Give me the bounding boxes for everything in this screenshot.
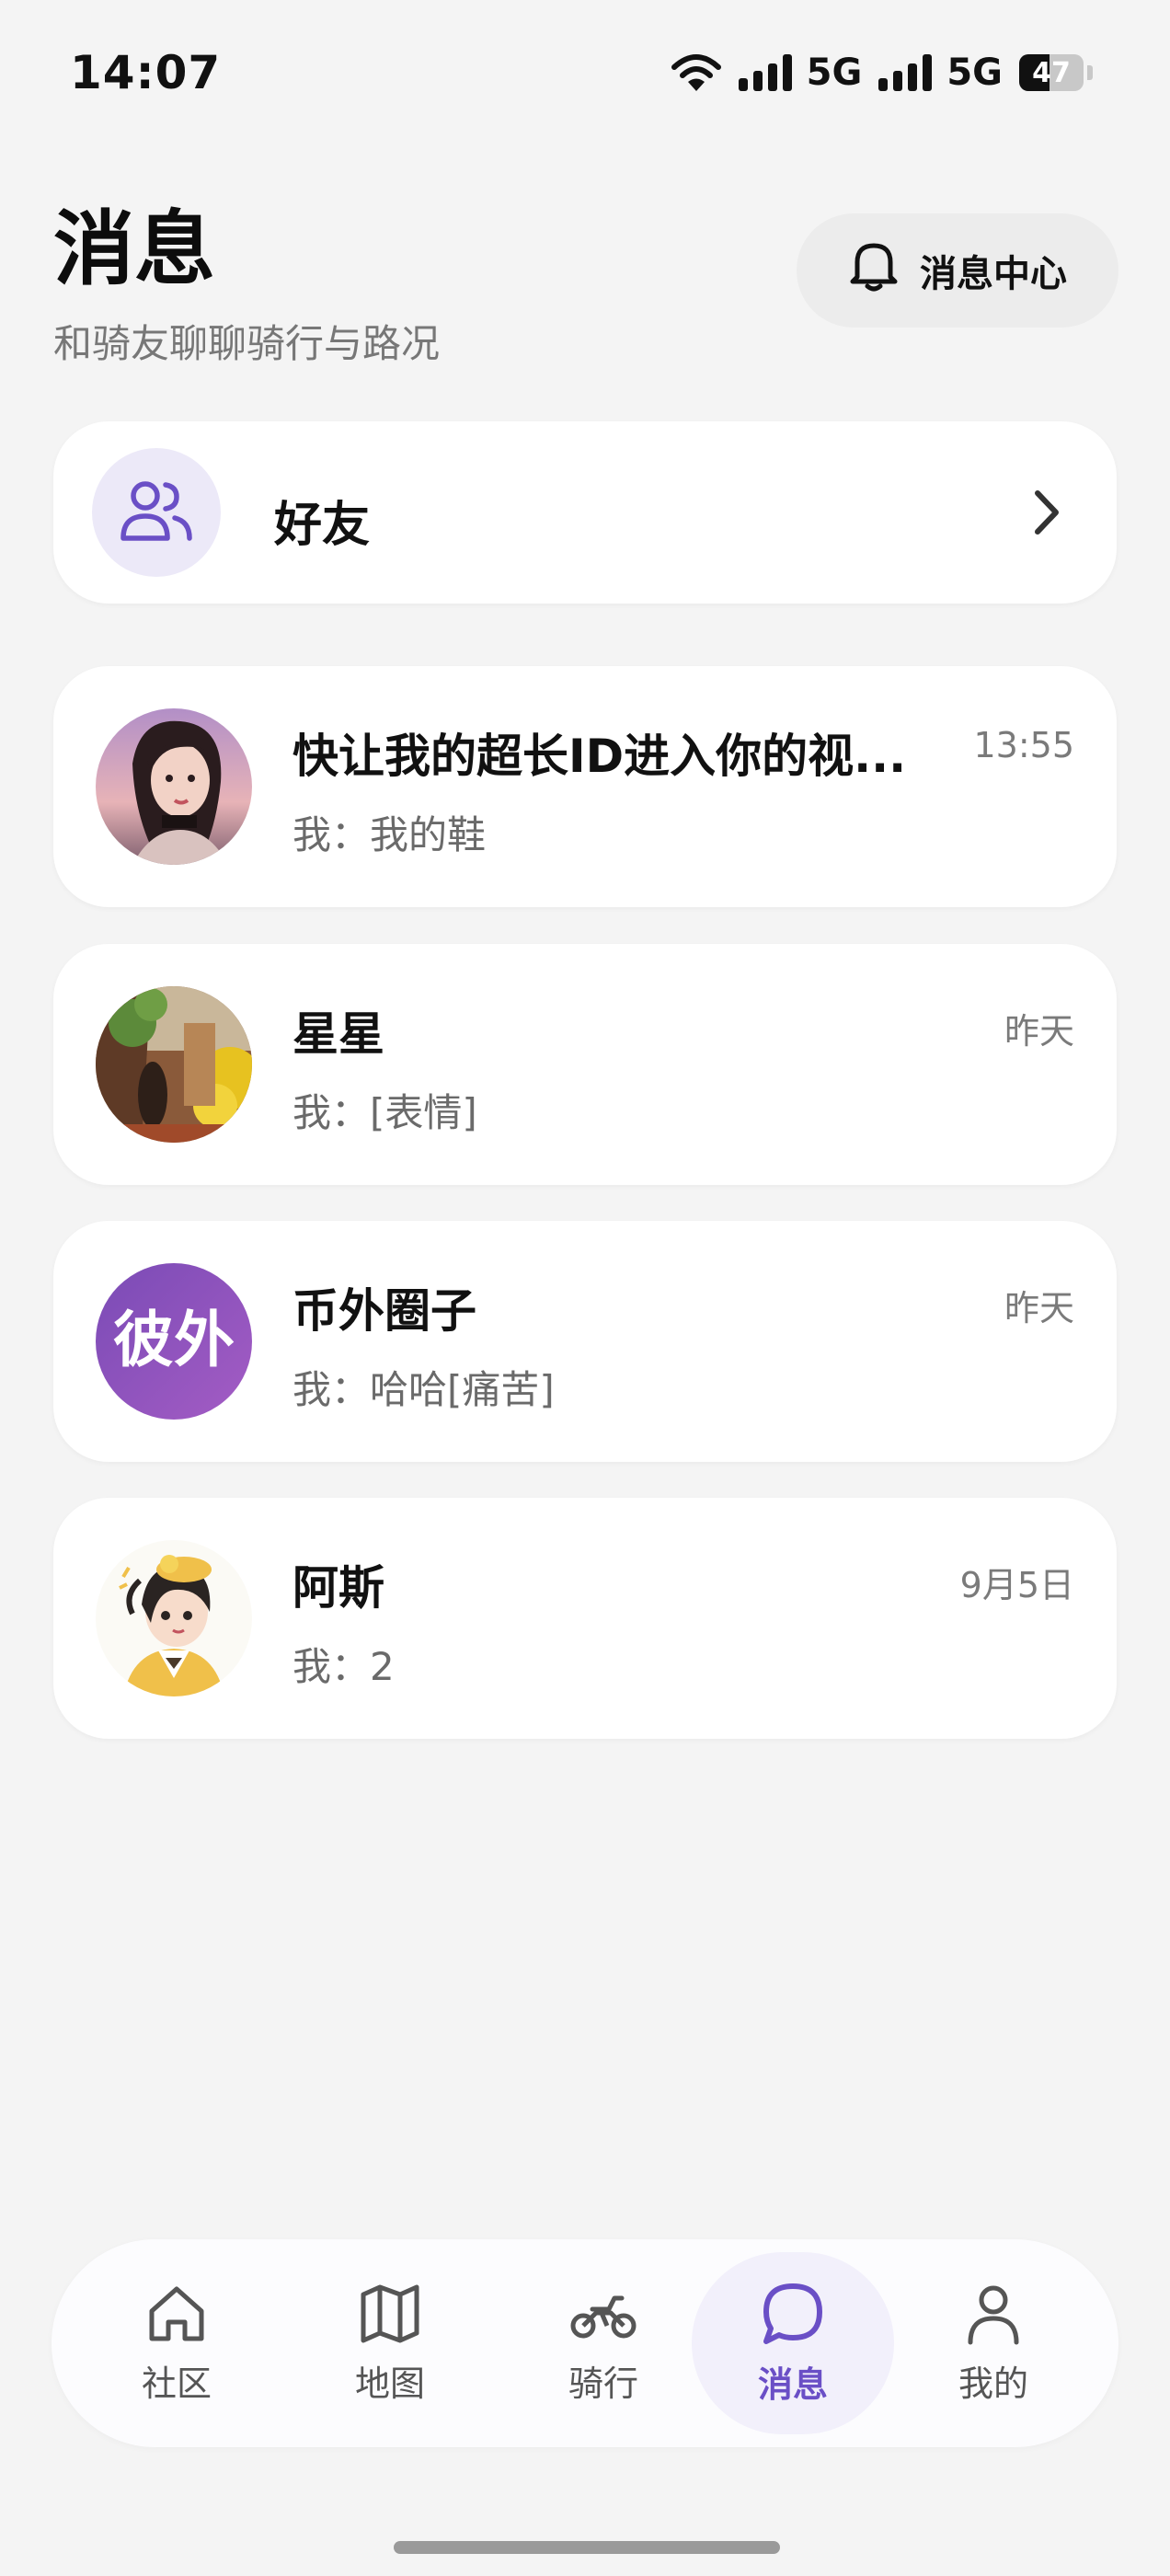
conversation-name: 快让我的超长ID进入你的视... <box>292 730 907 783</box>
signal-1: 5G <box>738 52 863 94</box>
signal-2: 5G <box>878 52 1003 94</box>
nav-label: 我的 <box>958 2363 1028 2404</box>
network-type-2: 5G <box>946 52 1003 94</box>
nav-label: 社区 <box>141 2363 212 2404</box>
friends-label: 好友 <box>274 498 371 553</box>
nav-item-messages[interactable]: 消息 <box>692 2252 894 2434</box>
conversation-item[interactable]: 星星 昨天 我：[表情] <box>53 944 1117 1185</box>
avatar <box>96 986 252 1143</box>
avatar <box>96 708 252 865</box>
conversation-name: 阿斯 <box>292 1561 384 1615</box>
conversation-item[interactable]: 彼外 币外圈子 昨天 我：哈哈[痛苦] <box>53 1221 1117 1462</box>
battery-icon: 47 <box>1019 54 1084 91</box>
signal-bars-icon <box>738 54 797 91</box>
chat-bubble-icon <box>759 2281 827 2347</box>
nav-item-community[interactable]: 社区 <box>75 2252 278 2434</box>
conversation-time: 9月5日 <box>959 1565 1074 1605</box>
nav-item-ride[interactable]: 骑行 <box>502 2252 705 2434</box>
nav-label: 消息 <box>757 2363 828 2405</box>
map-icon <box>358 2282 422 2346</box>
conversation-time: 昨天 <box>1004 1011 1074 1052</box>
status-time: 14:07 <box>70 46 222 99</box>
chevron-right-icon <box>1030 488 1063 541</box>
nav-item-profile[interactable]: 我的 <box>892 2252 1095 2434</box>
conversation-preview: 我：我的鞋 <box>292 812 487 857</box>
avatar-logo-text: 彼外 <box>113 1305 235 1375</box>
conversation-name: 币外圈子 <box>292 1284 476 1338</box>
battery-nub <box>1087 65 1093 80</box>
bell-icon <box>848 238 900 303</box>
friends-entry[interactable]: 好友 <box>53 421 1117 604</box>
nav-label: 地图 <box>354 2363 425 2404</box>
network-type-1: 5G <box>806 52 863 94</box>
page-subtitle: 和骑友聊聊骑行与路况 <box>53 321 441 366</box>
conversation-time: 昨天 <box>1004 1288 1074 1328</box>
status-bar: 14:07 5G 5G 47 <box>0 0 1170 147</box>
home-indicator[interactable] <box>394 2541 780 2554</box>
page-title: 消息 <box>53 201 216 296</box>
bottom-nav: 社区 地图 骑行 消息 我的 <box>52 2239 1118 2447</box>
messages-screen: 14:07 5G 5G 47 消息 和骑友聊聊骑行与路况 消息中心 好友 快让我… <box>0 0 1170 2576</box>
home-icon <box>144 2282 209 2346</box>
nav-item-map[interactable]: 地图 <box>289 2252 491 2434</box>
conversation-preview: 我：[表情] <box>292 1090 477 1135</box>
friends-icon-circle <box>92 448 221 577</box>
battery-level: 47 <box>1032 56 1071 89</box>
friends-icon <box>120 477 193 547</box>
conversation-item[interactable]: 阿斯 9月5日 我：2 <box>53 1498 1117 1739</box>
conversation-item[interactable]: 快让我的超长ID进入你的视... 13:55 我：我的鞋 <box>53 666 1117 907</box>
message-center-button[interactable]: 消息中心 <box>797 213 1118 328</box>
status-icons: 5G 5G 47 <box>671 52 1093 94</box>
wifi-icon <box>671 52 722 93</box>
avatar <box>96 1540 252 1696</box>
message-center-label: 消息中心 <box>920 253 1067 295</box>
conversation-time: 13:55 <box>973 725 1074 765</box>
nav-label: 骑行 <box>568 2363 638 2404</box>
conversation-preview: 我：2 <box>292 1644 395 1689</box>
conversation-name: 星星 <box>292 1007 384 1061</box>
avatar: 彼外 <box>96 1263 252 1420</box>
signal-bars-icon <box>878 54 937 91</box>
motorbike-icon <box>568 2282 638 2346</box>
user-icon <box>961 2282 1026 2346</box>
conversation-preview: 我：哈哈[痛苦] <box>292 1367 555 1412</box>
